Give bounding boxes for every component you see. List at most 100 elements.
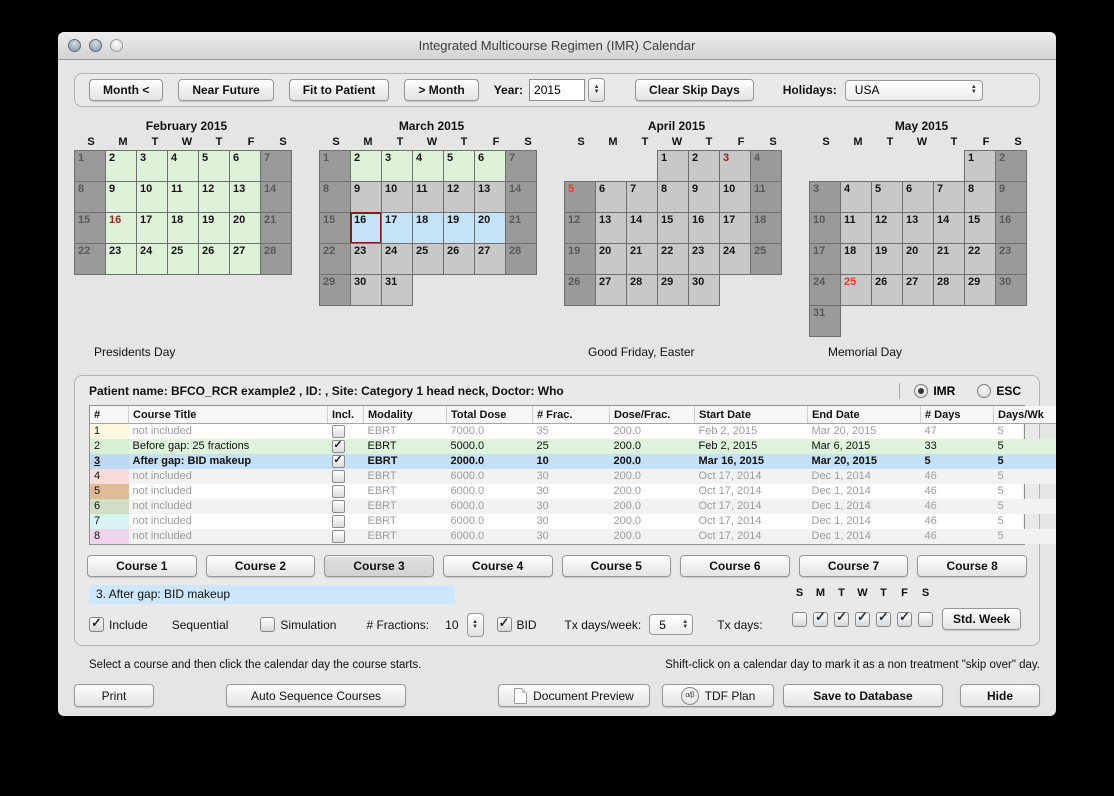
- calendar-day[interactable]: 6: [474, 150, 506, 182]
- zoom-window-button[interactable]: [110, 39, 123, 52]
- calendar-day[interactable]: 3: [719, 150, 751, 182]
- imr-radio[interactable]: [914, 384, 928, 398]
- calendar-day[interactable]: 19: [871, 243, 903, 275]
- calendar-day[interactable]: 6: [902, 181, 934, 213]
- calendar-day[interactable]: 25: [412, 243, 444, 275]
- holidays-select[interactable]: USA ▲▼: [845, 80, 983, 101]
- calendar-day[interactable]: 27: [595, 274, 627, 306]
- close-window-button[interactable]: [68, 39, 81, 52]
- calendar-day[interactable]: 4: [750, 150, 782, 182]
- calendar-day[interactable]: 28: [933, 274, 965, 306]
- tx-day-checkbox[interactable]: [918, 612, 933, 627]
- calendar-day[interactable]: 25: [840, 274, 872, 306]
- calendar-day[interactable]: 26: [564, 274, 596, 306]
- column-header-modality[interactable]: Modality: [364, 406, 447, 424]
- calendar-day[interactable]: 16: [105, 212, 137, 244]
- tx-day-checkbox[interactable]: [876, 612, 891, 627]
- column-header-total-dose[interactable]: Total Dose: [447, 406, 533, 424]
- calendar-day[interactable]: 4: [412, 150, 444, 182]
- calendar-day[interactable]: 7: [505, 150, 537, 182]
- calendar-day[interactable]: 24: [809, 274, 841, 306]
- include-checkbox[interactable]: [332, 455, 345, 468]
- calendar-day[interactable]: 2: [350, 150, 382, 182]
- include-checkbox[interactable]: [89, 617, 104, 632]
- fractions-stepper[interactable]: ▲▼: [467, 613, 484, 637]
- calendar-day[interactable]: 18: [412, 212, 444, 244]
- calendar-day[interactable]: 22: [319, 243, 351, 275]
- calendar-day[interactable]: 30: [995, 274, 1027, 306]
- calendar-day[interactable]: 9: [105, 181, 137, 213]
- minimize-window-button[interactable]: [89, 39, 102, 52]
- course-table-row[interactable]: 1not includedEBRT7000.035200.0Feb 2, 201…: [90, 424, 1056, 440]
- calendar-day[interactable]: 17: [809, 243, 841, 275]
- course-8-button[interactable]: Course 8: [917, 555, 1027, 577]
- hide-button[interactable]: Hide: [960, 684, 1040, 707]
- course-1-button[interactable]: Course 1: [87, 555, 197, 577]
- course-5-button[interactable]: Course 5: [562, 555, 672, 577]
- calendar-day[interactable]: 3: [136, 150, 168, 182]
- include-checkbox[interactable]: [332, 500, 345, 513]
- calendar-day[interactable]: 2: [688, 150, 720, 182]
- course-table-row[interactable]: 3After gap: BID makeupEBRT2000.010200.0M…: [90, 454, 1056, 469]
- calendar-day[interactable]: 17: [381, 212, 413, 244]
- calendar-day[interactable]: 10: [136, 181, 168, 213]
- calendar-day[interactable]: 23: [688, 243, 720, 275]
- calendar-day[interactable]: 8: [74, 181, 106, 213]
- calendar-day[interactable]: 2: [105, 150, 137, 182]
- course-table-row[interactable]: 4not includedEBRT6000.030200.0Oct 17, 20…: [90, 469, 1056, 484]
- calendar-day[interactable]: 24: [719, 243, 751, 275]
- calendar-day[interactable]: 30: [688, 274, 720, 306]
- calendar-day[interactable]: 17: [136, 212, 168, 244]
- calendar-day[interactable]: 26: [443, 243, 475, 275]
- calendar-day[interactable]: 23: [995, 243, 1027, 275]
- course-2-button[interactable]: Course 2: [206, 555, 316, 577]
- include-checkbox[interactable]: [332, 515, 345, 528]
- calendar-day[interactable]: 16: [350, 212, 382, 244]
- fit-to-patient-button[interactable]: Fit to Patient: [289, 79, 390, 101]
- month-prev-button[interactable]: Month <: [89, 79, 163, 101]
- include-checkbox[interactable]: [332, 530, 345, 543]
- calendar-day[interactable]: 4: [167, 150, 199, 182]
- calendar-day[interactable]: 10: [719, 181, 751, 213]
- tdf-plan-button[interactable]: α/β TDF Plan: [662, 684, 774, 707]
- calendar-day[interactable]: 10: [381, 181, 413, 213]
- calendar-day[interactable]: 15: [74, 212, 106, 244]
- course-7-button[interactable]: Course 7: [799, 555, 909, 577]
- column-header--[interactable]: #: [90, 406, 129, 424]
- calendar-day[interactable]: 31: [381, 274, 413, 306]
- year-input[interactable]: [529, 79, 585, 101]
- tx-day-checkbox[interactable]: [855, 612, 870, 627]
- calendar-day[interactable]: 20: [474, 212, 506, 244]
- calendar-day[interactable]: 3: [381, 150, 413, 182]
- include-checkbox[interactable]: [332, 440, 345, 453]
- month-next-button[interactable]: > Month: [404, 79, 478, 101]
- column-header-course-title[interactable]: Course Title: [129, 406, 328, 424]
- tx-day-checkbox[interactable]: [813, 612, 828, 627]
- calendar-day[interactable]: 21: [626, 243, 658, 275]
- calendar-day[interactable]: 29: [964, 274, 996, 306]
- simulation-checkbox[interactable]: [260, 617, 275, 632]
- course-table-row[interactable]: 8not includedEBRT6000.030200.0Oct 17, 20…: [90, 529, 1056, 544]
- column-header--frac-[interactable]: # Frac.: [533, 406, 610, 424]
- calendar-day[interactable]: 8: [657, 181, 689, 213]
- calendar-day[interactable]: 10: [809, 212, 841, 244]
- calendar-day[interactable]: 6: [229, 150, 261, 182]
- calendar-day[interactable]: 22: [657, 243, 689, 275]
- calendar-day[interactable]: 23: [105, 243, 137, 275]
- column-header-start-date[interactable]: Start Date: [695, 406, 808, 424]
- course-table-row[interactable]: 6not includedEBRT6000.030200.0Oct 17, 20…: [90, 499, 1056, 514]
- save-to-database-button[interactable]: Save to Database: [783, 684, 943, 707]
- calendar-day[interactable]: 14: [626, 212, 658, 244]
- calendar-day[interactable]: 21: [505, 212, 537, 244]
- print-button[interactable]: Print: [74, 684, 154, 707]
- calendar-day[interactable]: 1: [657, 150, 689, 182]
- calendar-day[interactable]: 20: [229, 212, 261, 244]
- year-stepper[interactable]: ▲▼: [588, 78, 605, 102]
- calendar-day[interactable]: 19: [443, 212, 475, 244]
- calendar-day[interactable]: 16: [995, 212, 1027, 244]
- calendar-day[interactable]: 15: [319, 212, 351, 244]
- calendar-day[interactable]: 29: [657, 274, 689, 306]
- calendar-day[interactable]: 9: [995, 181, 1027, 213]
- calendar-day[interactable]: 11: [167, 181, 199, 213]
- calendar-day[interactable]: 1: [964, 150, 996, 182]
